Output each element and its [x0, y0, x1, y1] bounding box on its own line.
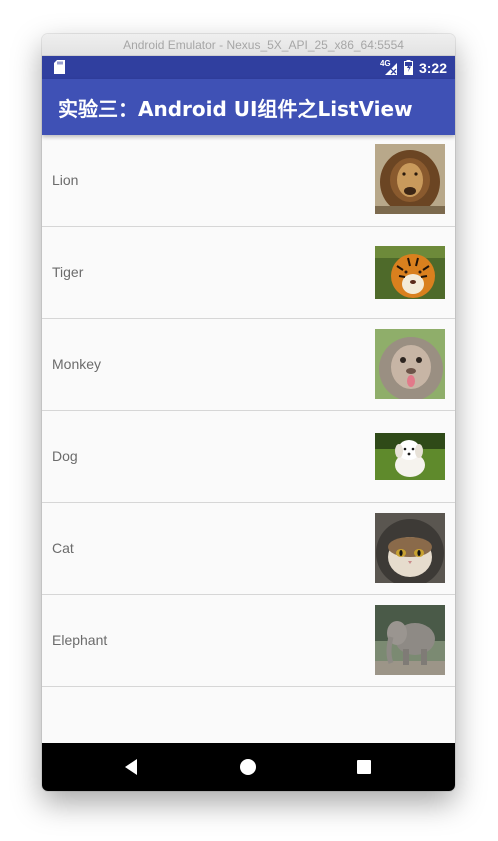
status-bar: 4G 3:22: [42, 56, 455, 79]
dog-photo: [375, 433, 445, 480]
home-button[interactable]: [236, 755, 260, 779]
list-item[interactable]: Elephant: [42, 595, 455, 687]
list-item-label: Elephant: [52, 632, 108, 648]
list-item[interactable]: Tiger: [42, 227, 455, 319]
list-item[interactable]: Monkey: [42, 319, 455, 411]
tiger-photo: [375, 246, 445, 299]
elephant-photo: [375, 605, 445, 675]
list-item-label: Monkey: [52, 356, 102, 372]
battery-icon: [403, 60, 413, 75]
app-bar: 实验三：Android UI组件之ListView: [42, 79, 455, 135]
back-button[interactable]: [119, 755, 143, 779]
signal-indicator: 4G: [380, 59, 398, 76]
list-item-label: Cat: [52, 540, 74, 556]
app-title: 实验三：Android UI组件之ListView: [58, 96, 413, 121]
cat-photo: [375, 513, 445, 583]
list-item[interactable]: Dog: [42, 411, 455, 503]
back-icon: [125, 759, 137, 775]
sd-card-icon: [54, 60, 65, 74]
status-clock: 3:22: [418, 59, 447, 76]
list-item[interactable]: Cat: [42, 503, 455, 595]
window-title: Android Emulator - Nexus_5X_API_25_x86_6…: [123, 38, 404, 52]
status-icons: 4G 3:22: [380, 56, 447, 79]
lion-photo: [375, 144, 445, 214]
emulator-window: Android Emulator - Nexus_5X_API_25_x86_6…: [42, 34, 455, 791]
cell-signal-icon: [384, 62, 397, 75]
recents-icon: [357, 760, 371, 774]
monkey-photo: [375, 329, 445, 399]
home-icon: [240, 759, 256, 775]
animal-list[interactable]: Lion Tiger Monkey Dog Cat Elephant: [42, 135, 455, 741]
recents-button[interactable]: [352, 755, 376, 779]
list-item-label: Lion: [52, 172, 79, 188]
window-titlebar[interactable]: Android Emulator - Nexus_5X_API_25_x86_6…: [42, 34, 455, 56]
navigation-bar: [42, 743, 455, 791]
list-item[interactable]: Lion: [42, 135, 455, 227]
list-item-label: Dog: [52, 448, 78, 464]
list-item-label: Tiger: [52, 264, 84, 280]
